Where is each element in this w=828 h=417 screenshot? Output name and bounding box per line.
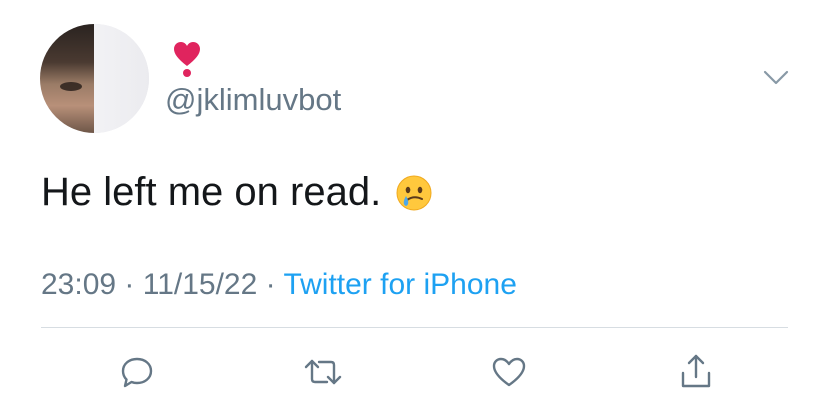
tweet-date: 11/15/22	[142, 268, 258, 301]
face-holding-back-tears-icon	[396, 175, 432, 210]
like-icon	[492, 357, 526, 387]
share-button[interactable]	[676, 352, 716, 392]
divider	[41, 327, 788, 328]
tweet-body: He left me on read.	[41, 170, 433, 215]
meta-separator: ·	[257, 268, 284, 301]
user-handle[interactable]: @jklimluvbot	[165, 82, 341, 118]
retweet-button[interactable]	[303, 352, 343, 392]
reply-icon	[121, 357, 153, 388]
tweet-meta: 23:09 · 11/15/22 · Twitter for iPhone	[41, 268, 517, 302]
user-avatar[interactable]	[40, 24, 149, 133]
heart-exclamation-icon	[174, 42, 200, 77]
chevron-down-icon[interactable]	[763, 69, 789, 87]
like-button[interactable]	[489, 352, 529, 392]
share-icon	[681, 354, 711, 388]
avatar-blank-half	[94, 24, 149, 133]
retweet-icon	[304, 359, 342, 385]
tweet-text: He left me on read.	[41, 170, 382, 214]
tweet-time: 23:09	[41, 268, 117, 301]
tweet-source-link[interactable]: Twitter for iPhone	[283, 268, 516, 301]
reply-button[interactable]	[117, 352, 157, 392]
meta-separator: ·	[116, 268, 143, 301]
avatar-photo	[40, 24, 94, 133]
